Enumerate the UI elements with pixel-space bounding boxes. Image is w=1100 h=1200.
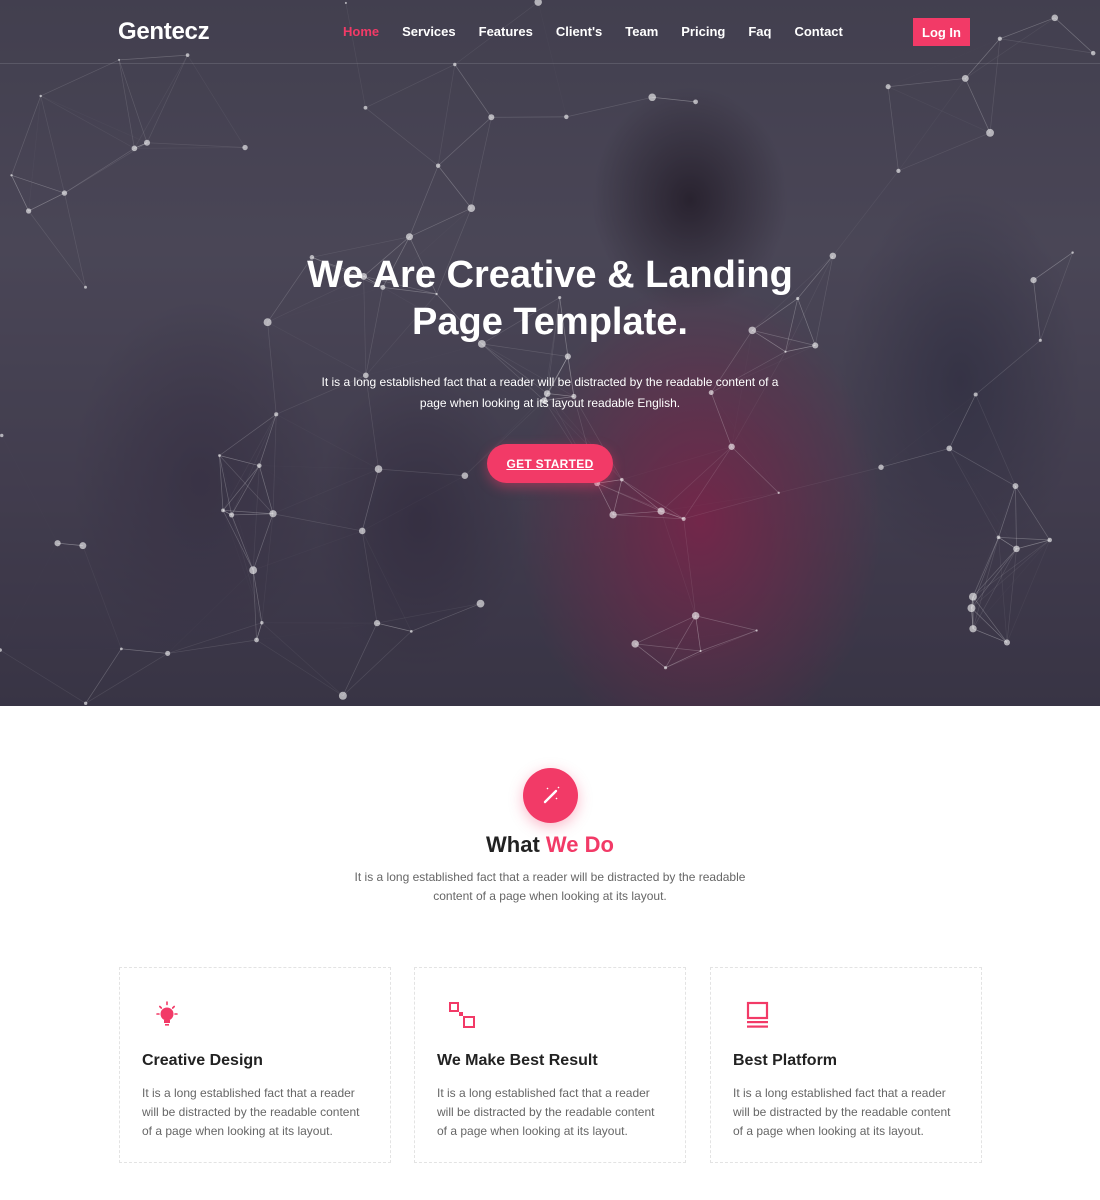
card-title: Best Platform xyxy=(733,1052,838,1069)
brand-logo[interactable]: Gentecz xyxy=(118,18,210,46)
nav-item-faq[interactable]: Faq xyxy=(748,24,771,39)
hero-text: It is a long established fact that a rea… xyxy=(321,375,779,410)
get-started-button[interactable]: GET STARTED xyxy=(487,444,613,483)
service-card: We Make Best Result It is a long establi… xyxy=(414,967,686,1163)
card-title: We Make Best Result xyxy=(437,1052,598,1069)
navbar: Gentecz Home Services Features Client's … xyxy=(0,0,1100,64)
section-title: What We Do xyxy=(0,832,1100,858)
hero-content: We Are Creative & Landing Page Template.… xyxy=(0,252,1100,483)
nav-item-home[interactable]: Home xyxy=(343,24,379,39)
nav-item-features[interactable]: Features xyxy=(479,24,533,39)
card-text: It is a long established fact that a rea… xyxy=(733,1086,951,1138)
nav-item-clients[interactable]: Client's xyxy=(556,24,602,39)
nav-item-pricing[interactable]: Pricing xyxy=(681,24,725,39)
section-title-accent: We Do xyxy=(545,832,614,857)
nav-item-contact[interactable]: Contact xyxy=(794,24,842,39)
section-title-main: What xyxy=(486,832,540,857)
nav-item-team[interactable]: Team xyxy=(625,24,658,39)
monitor-icon xyxy=(746,1001,769,1028)
service-card: Best Platform It is a long established f… xyxy=(710,967,982,1163)
card-text: It is a long established fact that a rea… xyxy=(437,1086,655,1138)
service-card: Creative Design It is a long established… xyxy=(119,967,391,1163)
lightbulb-icon xyxy=(156,1001,178,1026)
card-title: Creative Design xyxy=(142,1052,263,1069)
hero-section: Gentecz Home Services Features Client's … xyxy=(0,0,1100,706)
main-nav: Home Services Features Client's Team Pri… xyxy=(343,24,866,39)
what-we-do-section: What We Do It is a long established fact… xyxy=(0,706,1100,1200)
card-text: It is a long established fact that a rea… xyxy=(142,1086,360,1138)
hero-title: We Are Creative & Landing Page Template. xyxy=(307,254,793,343)
login-button[interactable]: Log In xyxy=(913,18,970,46)
connected-squares-icon xyxy=(449,1002,475,1028)
section-description: It is a long established fact that a rea… xyxy=(354,870,746,903)
magic-wand-icon xyxy=(523,768,578,823)
nav-item-services[interactable]: Services xyxy=(402,24,456,39)
